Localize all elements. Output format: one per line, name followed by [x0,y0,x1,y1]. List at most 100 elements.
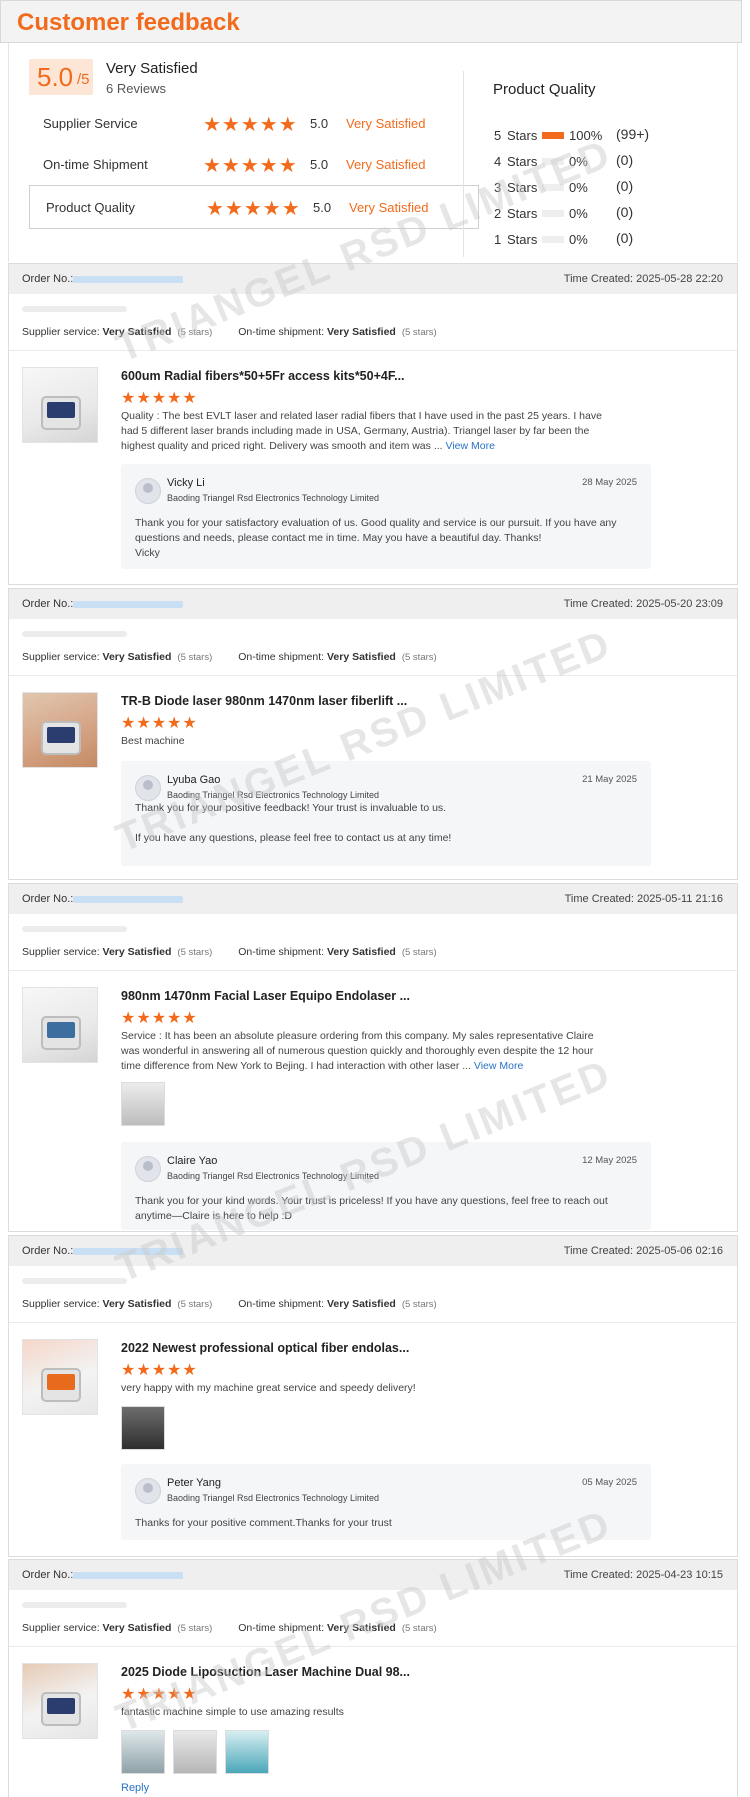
reply-author: Lyuba Gao [167,774,221,786]
rating-label: On-time Shipment [43,157,148,172]
product-quality-title: Product Quality [493,81,596,98]
ontime-shipment-value: Very Satisfied [326,946,396,958]
distribution-count: (0) [616,204,634,220]
star-rating-icon: ★★★★★ [203,155,298,177]
product-title-link[interactable]: 2022 Newest professional optical fiber e… [121,1341,409,1355]
star-rating-icon: ★★★★★ [203,114,298,136]
page-title: Customer feedback [17,9,240,36]
order-header: Order No.: Time Created: 2025-05-11 21:1… [9,884,737,914]
avatar [135,775,161,801]
ontime-shipment-label: On-time shipment: [238,1622,325,1634]
supplier-service-value: Very Satisfied [102,326,172,338]
feedback-page: Customer feedback 5.0 /5 Very Satisfied … [0,0,750,1797]
distribution-bar [542,236,564,243]
review-photos [121,1730,269,1774]
product-title-link[interactable]: TR-B Diode laser 980nm 1470nm laser fibe… [121,694,407,708]
star-level: 1 [494,232,502,247]
reply-author: Peter Yang [167,1477,222,1489]
star-distribution-row[interactable]: 3 Stars 0% (0) [494,177,694,197]
distribution-percent: 100% [569,128,603,143]
supplier-reply: Peter Yang Baoding Triangel Rsd Electron… [121,1464,651,1540]
star-level-label: Stars [507,206,538,221]
service-ratings: Supplier service: Very Satisfied (5 stars… [22,651,463,663]
review-text: Quality : The best EVLT laser and relate… [121,409,611,454]
distribution-bar-fill [542,132,564,139]
review-photo[interactable] [121,1730,165,1774]
supplier-service-label: Supplier service: [22,1622,100,1634]
distribution-bar [542,158,564,165]
rating-score: 5.0 [310,116,329,131]
reply-link[interactable]: Reply [121,1782,149,1794]
order-number-label: Order No.: [22,893,74,905]
supplier-service-stars: (5 stars) [177,327,213,338]
service-ratings: Supplier service: Very Satisfied (5 stars… [22,1622,463,1634]
review-photo[interactable] [121,1406,165,1450]
rating-desc: Very Satisfied [346,116,426,131]
reply-company: Baoding Triangel Rsd Electronics Technol… [167,790,379,800]
review-card: Order No.: Time Created: 2025-05-20 23:0… [8,588,738,880]
ontime-shipment-label: On-time shipment: [238,326,325,338]
service-ratings: Supplier service: Very Satisfied (5 stars… [22,1298,463,1310]
reply-text: Thank you for your kind words. Your trus… [135,1195,608,1222]
ontime-shipment-stars: (5 stars) [401,327,437,338]
product-thumbnail[interactable] [22,1339,98,1415]
supplier-service-stars: (5 stars) [177,652,213,663]
star-level-label: Stars [507,154,538,169]
overall-score: 5.0 [37,62,74,92]
supplier-service-stars: (5 stars) [177,1299,213,1310]
review-photos [121,1082,165,1126]
star-level: 3 [494,180,502,195]
view-more-link[interactable]: View More [446,440,495,452]
reviews-count: 6 Reviews [106,81,166,96]
order-number-label: Order No.: [22,1569,74,1581]
review-card: Order No.: Time Created: 2025-04-23 10:1… [8,1559,738,1797]
reply-date: 28 May 2025 [582,477,637,488]
review-star-icon: ★★★★★ [121,1686,198,1703]
order-header: Order No.: Time Created: 2025-05-20 23:0… [9,589,737,619]
order-header: Order No.: Time Created: 2025-05-06 02:1… [9,1236,737,1266]
star-distribution-row[interactable]: 4 Stars 0% (0) [494,151,694,171]
product-title-link[interactable]: 980nm 1470nm Facial Laser Equipo Endolas… [121,989,410,1003]
divider [463,71,464,257]
rating-label: Supplier Service [43,116,138,131]
divider [9,350,737,351]
product-thumbnail[interactable] [22,987,98,1063]
product-title-link[interactable]: 2025 Diode Liposuction Laser Machine Dua… [121,1665,410,1679]
supplier-service-label: Supplier service: [22,651,100,663]
star-distribution-row[interactable]: 5 Stars 100% (99+) [494,125,694,145]
order-number-label: Order No.: [22,1245,74,1257]
star-level-label: Stars [507,180,538,195]
supplier-service-stars: (5 stars) [177,1623,213,1634]
order-number-redacted [73,1572,183,1579]
review-card: Order No.: Time Created: 2025-05-11 21:1… [8,883,738,1232]
reply-text: Thank you for your satisfactory evaluati… [135,517,617,559]
divider [9,1322,737,1323]
supplier-reply: Vicky Li Baoding Triangel Rsd Electronic… [121,464,651,569]
order-header: Order No.: Time Created: 2025-04-23 10:1… [9,1560,737,1590]
ontime-shipment-value: Very Satisfied [326,1622,396,1634]
star-level: 2 [494,206,502,221]
review-star-icon: ★★★★★ [121,390,198,407]
buyer-name-redacted [22,631,127,637]
product-thumbnail[interactable] [22,1663,98,1739]
rating-row-product-quality[interactable]: Product Quality ★★★★★ 5.0 Very Satisfied [29,185,479,229]
review-photo[interactable] [121,1082,165,1126]
reply-company: Baoding Triangel Rsd Electronics Technol… [167,1171,379,1181]
star-distribution-row[interactable]: 1 Stars 0% (0) [494,229,694,249]
product-thumbnail[interactable] [22,367,98,443]
star-distribution-row[interactable]: 2 Stars 0% (0) [494,203,694,223]
distribution-count: (0) [616,178,634,194]
view-more-link[interactable]: View More [474,1060,523,1072]
distribution-bar [542,184,564,191]
review-photo[interactable] [225,1730,269,1774]
ontime-shipment-label: On-time shipment: [238,1298,325,1310]
review-photo[interactable] [173,1730,217,1774]
avatar [135,1478,161,1504]
rating-desc: Very Satisfied [349,200,429,215]
product-thumbnail[interactable] [22,692,98,768]
distribution-percent: 0% [569,180,588,195]
product-title-link[interactable]: 600um Radial fibers*50+5Fr access kits*5… [121,369,405,383]
time-created: Time Created: 2025-05-20 23:09 [563,598,723,610]
review-card: Order No.: Time Created: 2025-05-28 22:2… [8,263,738,585]
reply-date: 05 May 2025 [582,1477,637,1488]
